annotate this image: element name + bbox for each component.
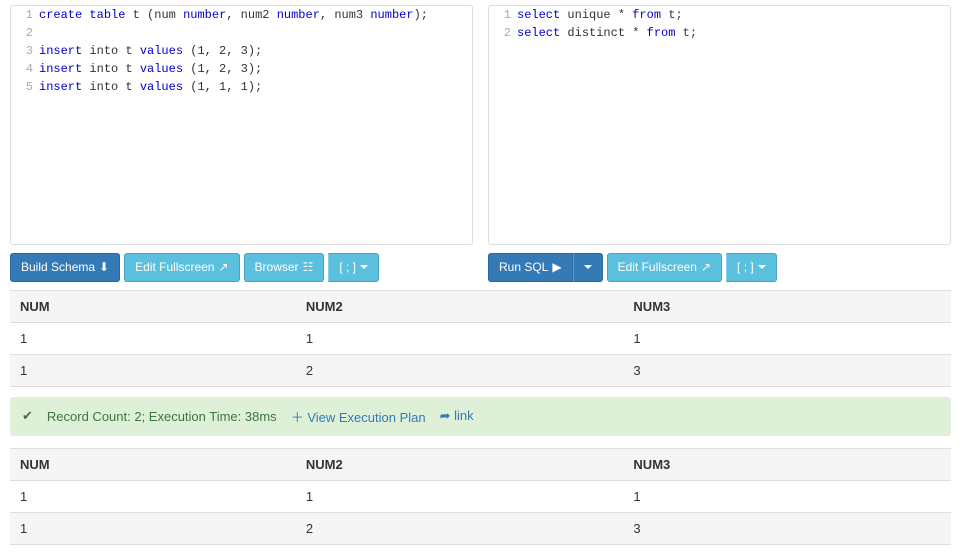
tree-icon: ☷ bbox=[303, 259, 314, 276]
table-cell: 1 bbox=[623, 480, 951, 512]
line-number: 2 bbox=[11, 24, 39, 42]
table-cell: 3 bbox=[623, 354, 951, 386]
schema-toolbar: Build Schema ⬇ Edit Fullscreen ↗ Browser… bbox=[10, 253, 473, 282]
line-number: 5 bbox=[11, 78, 39, 96]
table-cell: 1 bbox=[623, 322, 951, 354]
code-line[interactable]: create table t (num number, num2 number,… bbox=[39, 6, 428, 24]
status-summary: Record Count: 2; Execution Time: 38ms bbox=[47, 409, 277, 424]
code-line[interactable]: insert into t values (1, 2, 3); bbox=[39, 60, 262, 78]
run-sql-button[interactable]: Run SQL ▶ bbox=[488, 253, 573, 282]
chevron-down-icon bbox=[360, 265, 368, 269]
terminator-schema-button[interactable]: [ ; ] bbox=[328, 253, 379, 282]
table-cell: 1 bbox=[296, 322, 624, 354]
table-row: 123 bbox=[10, 354, 951, 386]
link-label: link bbox=[454, 408, 474, 423]
line-number: 1 bbox=[489, 6, 517, 24]
edit-fullscreen-schema-button[interactable]: Edit Fullscreen ↗ bbox=[124, 253, 239, 282]
view-plan-label: View Execution Plan bbox=[307, 410, 425, 425]
code-line[interactable]: select distinct * from t; bbox=[517, 24, 697, 42]
edit-fullscreen-query-button[interactable]: Edit Fullscreen ↗ bbox=[607, 253, 722, 282]
code-line[interactable]: insert into t values (1, 2, 3); bbox=[39, 42, 262, 60]
execution-status: ✔ Record Count: 2; Execution Time: 38ms … bbox=[10, 397, 951, 436]
schema-editor[interactable]: 1create table t (num number, num2 number… bbox=[10, 5, 473, 245]
edit-fullscreen-label: Edit Fullscreen bbox=[618, 259, 697, 276]
table-cell: 2 bbox=[296, 354, 624, 386]
permalink-link[interactable]: ➦ link bbox=[440, 408, 474, 424]
build-schema-label: Build Schema bbox=[21, 259, 95, 276]
code-line[interactable]: insert into t values (1, 1, 1); bbox=[39, 78, 262, 96]
column-header: NUM3 bbox=[623, 448, 951, 480]
code-line[interactable] bbox=[39, 24, 46, 42]
table-cell: 1 bbox=[296, 480, 624, 512]
code-line[interactable]: select unique * from t; bbox=[517, 6, 683, 24]
share-icon: ➦ bbox=[440, 408, 451, 423]
results-table-1: NUMNUM2NUM3 111123 bbox=[10, 290, 951, 387]
browser-label: Browser bbox=[255, 259, 299, 276]
build-schema-button[interactable]: Build Schema ⬇ bbox=[10, 253, 120, 282]
terminator-query-button[interactable]: [ ; ] bbox=[726, 253, 777, 282]
table-cell: 1 bbox=[10, 480, 296, 512]
line-number: 2 bbox=[489, 24, 517, 42]
fullscreen-icon: ↗ bbox=[701, 259, 711, 276]
column-header: NUM2 bbox=[296, 448, 624, 480]
fullscreen-icon: ↗ bbox=[218, 259, 228, 276]
query-editor[interactable]: 1select unique * from t;2select distinct… bbox=[488, 5, 951, 245]
edit-fullscreen-label: Edit Fullscreen bbox=[135, 259, 214, 276]
query-toolbar: Run SQL ▶ Edit Fullscreen ↗ [ ; ] bbox=[488, 253, 951, 282]
column-header: NUM bbox=[10, 448, 296, 480]
line-number: 4 bbox=[11, 60, 39, 78]
play-icon: ▶ bbox=[552, 259, 561, 276]
chevron-down-icon bbox=[758, 265, 766, 269]
browser-button[interactable]: Browser ☷ bbox=[244, 253, 325, 282]
line-number: 1 bbox=[11, 6, 39, 24]
line-number: 3 bbox=[11, 42, 39, 60]
column-header: NUM2 bbox=[296, 290, 624, 322]
table-row: 123 bbox=[10, 512, 951, 544]
table-cell: 2 bbox=[296, 512, 624, 544]
results-table-2: NUMNUM2NUM3 111123 bbox=[10, 448, 951, 545]
download-icon: ⬇ bbox=[99, 259, 109, 276]
run-sql-label: Run SQL bbox=[499, 259, 548, 276]
view-execution-plan-link[interactable]: ＋ View Execution Plan bbox=[291, 407, 426, 426]
table-cell: 1 bbox=[10, 322, 296, 354]
run-sql-dropdown[interactable] bbox=[573, 253, 603, 282]
check-icon: ✔ bbox=[22, 408, 33, 424]
chevron-down-icon bbox=[584, 265, 592, 269]
column-header: NUM3 bbox=[623, 290, 951, 322]
terminator-label: [ ; ] bbox=[737, 259, 754, 276]
column-header: NUM bbox=[10, 290, 296, 322]
table-row: 111 bbox=[10, 480, 951, 512]
plus-icon: ＋ bbox=[291, 410, 304, 425]
table-cell: 1 bbox=[10, 354, 296, 386]
table-cell: 3 bbox=[623, 512, 951, 544]
table-row: 111 bbox=[10, 322, 951, 354]
table-cell: 1 bbox=[10, 512, 296, 544]
terminator-label: [ ; ] bbox=[339, 259, 356, 276]
